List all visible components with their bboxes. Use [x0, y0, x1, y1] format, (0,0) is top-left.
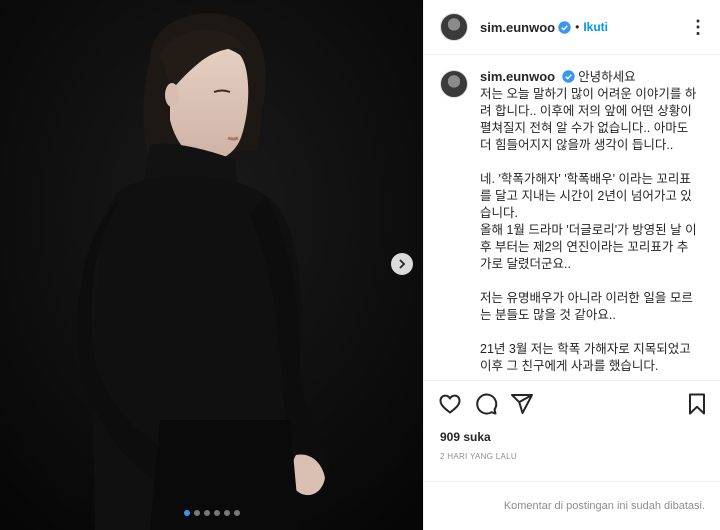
next-slide-button[interactable] [391, 253, 413, 275]
more-horizontal-icon[interactable]: ⋮ [689, 17, 708, 38]
post-date[interactable]: 2 HARI YANG LALU [440, 452, 517, 461]
caption-avatar[interactable] [440, 70, 468, 98]
caption-first-line: sim.eunwoo 안녕하세요 [480, 68, 698, 86]
carousel-dot [233, 510, 240, 516]
header-separator: • [575, 20, 580, 34]
caption-line: 21년 3월 저는 학폭 가해자로 지목되었고 [480, 342, 691, 356]
author-avatar[interactable] [440, 13, 468, 41]
chevron-right-icon [399, 259, 406, 269]
carousel-dot [203, 510, 210, 516]
carousel-indicator [0, 510, 423, 516]
bookmark-icon[interactable] [685, 392, 709, 416]
caption-area: sim.eunwoo 안녕하세요 저는 오늘 말하기 많이 어려운 이야기를 하… [424, 56, 720, 380]
carousel-dot [193, 510, 200, 516]
post-photo [0, 0, 423, 530]
post-header: sim.eunwoo • Ikuti ⋮ [424, 0, 720, 55]
caption-text: sim.eunwoo 안녕하세요 저는 오늘 말하기 많이 어려운 이야기를 하… [480, 68, 698, 380]
carousel-dot [213, 510, 220, 516]
caption-line: 안녕하세요 [578, 70, 636, 84]
post-media[interactable] [0, 0, 423, 530]
carousel-dot [183, 510, 190, 516]
caption-line: 이후 그 친구에게 사과를 했습니다. [480, 359, 659, 373]
follow-button[interactable]: Ikuti [583, 20, 608, 34]
carousel-dot [223, 510, 230, 516]
caption-line: 네. '학폭가해자' '학폭배우' 이라는 꼬리표를 달고 지내는 시간이 2년… [480, 172, 692, 220]
caption-line: 저는 오늘 말하기 많이 어려운 이야기를 하려 합니다.. 이후에 저의 앞에… [480, 87, 697, 152]
heart-icon[interactable] [438, 392, 462, 416]
post-side-panel: sim.eunwoo • Ikuti ⋮ sim.eunwoo 안녕하세요 저는… [423, 0, 720, 530]
comments-disabled-notice: Komentar di postingan ini sudah dibatasi… [424, 481, 720, 530]
post-actions [424, 380, 720, 426]
likes-number: 909 [440, 430, 461, 444]
caption-username[interactable]: sim.eunwoo [480, 69, 555, 84]
verified-badge-icon [558, 20, 571, 34]
likes-label: suka [463, 430, 491, 444]
caption-line: 올해 1월 드라마 '더글로리'가 방영된 날 이후 부터는 제2의 연진이라는… [480, 223, 697, 271]
caption-line: 저는 유명배우가 아니라 이러한 일을 모르는 분들도 많을 것 같아요.. [480, 291, 693, 322]
verified-badge-icon [561, 70, 575, 83]
author-username[interactable]: sim.eunwoo [480, 20, 555, 35]
likes-count[interactable]: 909 suka [440, 430, 491, 444]
share-icon[interactable] [510, 392, 534, 416]
comment-icon[interactable] [474, 392, 498, 416]
